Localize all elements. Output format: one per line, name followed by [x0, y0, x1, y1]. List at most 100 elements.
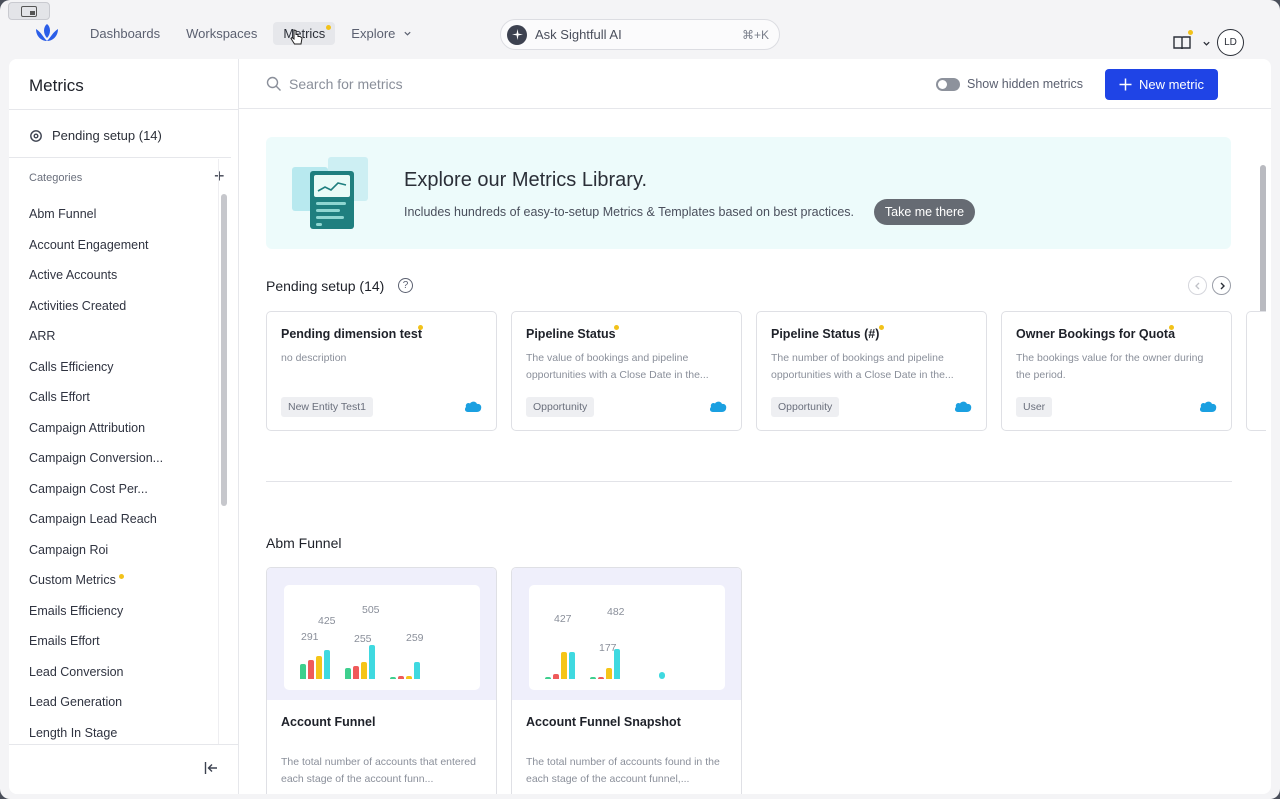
sidebar-item-custom-metrics[interactable]: Custom Metrics — [29, 565, 219, 596]
bar — [598, 677, 604, 679]
sidebar-item[interactable]: Activities Created — [29, 291, 219, 322]
chart-label: 259 — [406, 632, 424, 644]
sidebar-item[interactable]: Active Accounts — [29, 260, 219, 291]
category-list: Abm Funnel Account Engagement Active Acc… — [29, 199, 219, 748]
chevron-left-icon — [1194, 282, 1199, 289]
bar — [590, 677, 596, 679]
bar — [553, 674, 559, 679]
notification-dot — [1169, 325, 1174, 330]
chart-label: 482 — [607, 606, 625, 618]
card-title: Account Funnel Snapshot — [526, 715, 681, 729]
mouse-cursor-icon — [290, 29, 303, 45]
bar — [614, 649, 620, 679]
notification-dot — [326, 25, 332, 30]
sidebar-item[interactable]: Campaign Cost Per... — [29, 474, 219, 505]
card-title: Pending dimension test — [281, 327, 422, 341]
divider — [9, 744, 239, 745]
search-input[interactable] — [289, 73, 689, 95]
sidebar-item[interactable]: Account Engagement — [29, 230, 219, 261]
nav-dashboards[interactable]: Dashboards — [80, 22, 170, 45]
divider — [9, 109, 239, 110]
sidebar-item[interactable]: Calls Efficiency — [29, 352, 219, 383]
user-avatar[interactable]: LD — [1217, 29, 1244, 56]
bar — [561, 652, 567, 679]
bar — [361, 662, 367, 679]
add-category-icon[interactable]: + — [214, 167, 225, 185]
entity-tag: Opportunity — [771, 397, 840, 417]
docs-book-icon[interactable] — [1173, 30, 1193, 55]
bar — [324, 650, 330, 679]
chart-preview-panel: 425 505 291 255 259 — [284, 585, 480, 690]
chart-label: 255 — [354, 633, 372, 645]
card-description: The value of bookings and pipeline oppor… — [526, 352, 709, 381]
toolbar: Show hidden metrics New metric — [239, 59, 1271, 109]
nav-workspaces[interactable]: Workspaces — [176, 22, 267, 45]
pending-metric-card[interactable]: Pipeline Status (#) The number of bookin… — [756, 311, 987, 431]
app-logo-icon[interactable] — [33, 22, 61, 44]
sidebar-item[interactable]: Campaign Conversion... — [29, 443, 219, 474]
banner-subtitle: Includes hundreds of easy-to-setup Metri… — [404, 205, 855, 219]
sidebar-title: Metrics — [29, 76, 84, 95]
sidebar-item[interactable]: Campaign Lead Reach — [29, 504, 219, 535]
pending-section-title: Pending setup (14) — [266, 278, 385, 294]
sidebar-item[interactable]: ARR — [29, 321, 219, 352]
notification-dot — [614, 325, 619, 330]
sidebar-item[interactable]: Campaign Attribution — [29, 413, 219, 444]
metric-card-account-funnel-snapshot[interactable]: 427 482 177 Account Funnel Snapshot The … — [511, 567, 742, 794]
sparkle-icon — [507, 24, 527, 45]
pending-metric-card[interactable]: Pending dimension test no description Ne… — [266, 311, 497, 431]
bar-group — [300, 647, 340, 679]
bar-group — [545, 647, 585, 679]
metrics-library-illustration — [292, 157, 368, 229]
chevron-down-icon — [404, 31, 411, 36]
ask-ai-input[interactable]: Ask Sightfull AI ⌘+K — [500, 19, 780, 50]
bar — [300, 664, 306, 679]
bar — [369, 645, 375, 679]
notification-dot — [1188, 30, 1193, 35]
search-icon — [266, 76, 281, 91]
main-panel: Metrics Pending setup (14) Categories + … — [9, 59, 1271, 794]
metrics-library-banner: Explore our Metrics Library. Includes hu… — [266, 137, 1231, 249]
nav-links: Dashboards Workspaces Metrics Explore — [80, 22, 428, 45]
divider — [9, 157, 231, 158]
carousel-prev-button[interactable] — [1188, 276, 1207, 295]
sidebar-pending-setup[interactable]: Pending setup (14) — [29, 128, 162, 143]
top-nav: Dashboards Workspaces Metrics Explore As… — [0, 8, 1280, 58]
pending-metric-card[interactable]: Owner Bookings for Quota The bookings va… — [1001, 311, 1232, 431]
card-title: Account Funnel — [281, 715, 376, 729]
sidebar: Metrics Pending setup (14) Categories + … — [9, 59, 239, 794]
nav-metrics[interactable]: Metrics — [273, 22, 336, 45]
sidebar-item[interactable]: Emails Efficiency — [29, 596, 219, 627]
collapse-sidebar-icon[interactable] — [204, 761, 218, 780]
bar-group — [345, 645, 385, 679]
take-me-there-button[interactable]: Take me there — [874, 199, 975, 225]
carousel-next-button[interactable] — [1212, 276, 1231, 295]
pending-metric-card-partial[interactable] — [1246, 311, 1266, 431]
sidebar-item[interactable]: Calls Effort — [29, 382, 219, 413]
bar — [414, 662, 420, 679]
sidebar-item[interactable]: Emails Effort — [29, 626, 219, 657]
sidebar-item[interactable]: Lead Generation — [29, 687, 219, 718]
nav-explore[interactable]: Explore — [341, 22, 422, 45]
metric-card-account-funnel[interactable]: 425 505 291 255 259 Account Funnel The t… — [266, 567, 497, 794]
pending-metric-card[interactable]: Pipeline Status The value of bookings an… — [511, 311, 742, 431]
sidebar-item[interactable]: Lead Conversion — [29, 657, 219, 688]
chart-preview: 425 505 291 255 259 — [267, 568, 496, 700]
card-description: The bookings value for the owner during … — [1016, 352, 1204, 381]
plus-icon — [1119, 78, 1132, 91]
card-title: Pipeline Status — [526, 327, 616, 341]
show-hidden-toggle[interactable] — [936, 78, 960, 91]
sidebar-item[interactable]: Abm Funnel — [29, 199, 219, 230]
sidebar-scrollbar[interactable] — [221, 194, 227, 506]
sidebar-item[interactable]: Campaign Roi — [29, 535, 219, 566]
card-description: The total number of accounts that entere… — [281, 756, 476, 785]
new-metric-button[interactable]: New metric — [1105, 69, 1218, 100]
banner-title: Explore our Metrics Library. — [404, 169, 648, 191]
help-icon[interactable]: ? — [398, 278, 413, 293]
notification-dot — [879, 325, 884, 330]
chevron-down-icon[interactable] — [1202, 39, 1211, 48]
sidebar-pending-label: Pending setup (14) — [52, 128, 162, 143]
chart-label: 425 — [318, 615, 336, 627]
ask-ai-shortcut: ⌘+K — [741, 27, 769, 42]
bar — [545, 677, 551, 679]
